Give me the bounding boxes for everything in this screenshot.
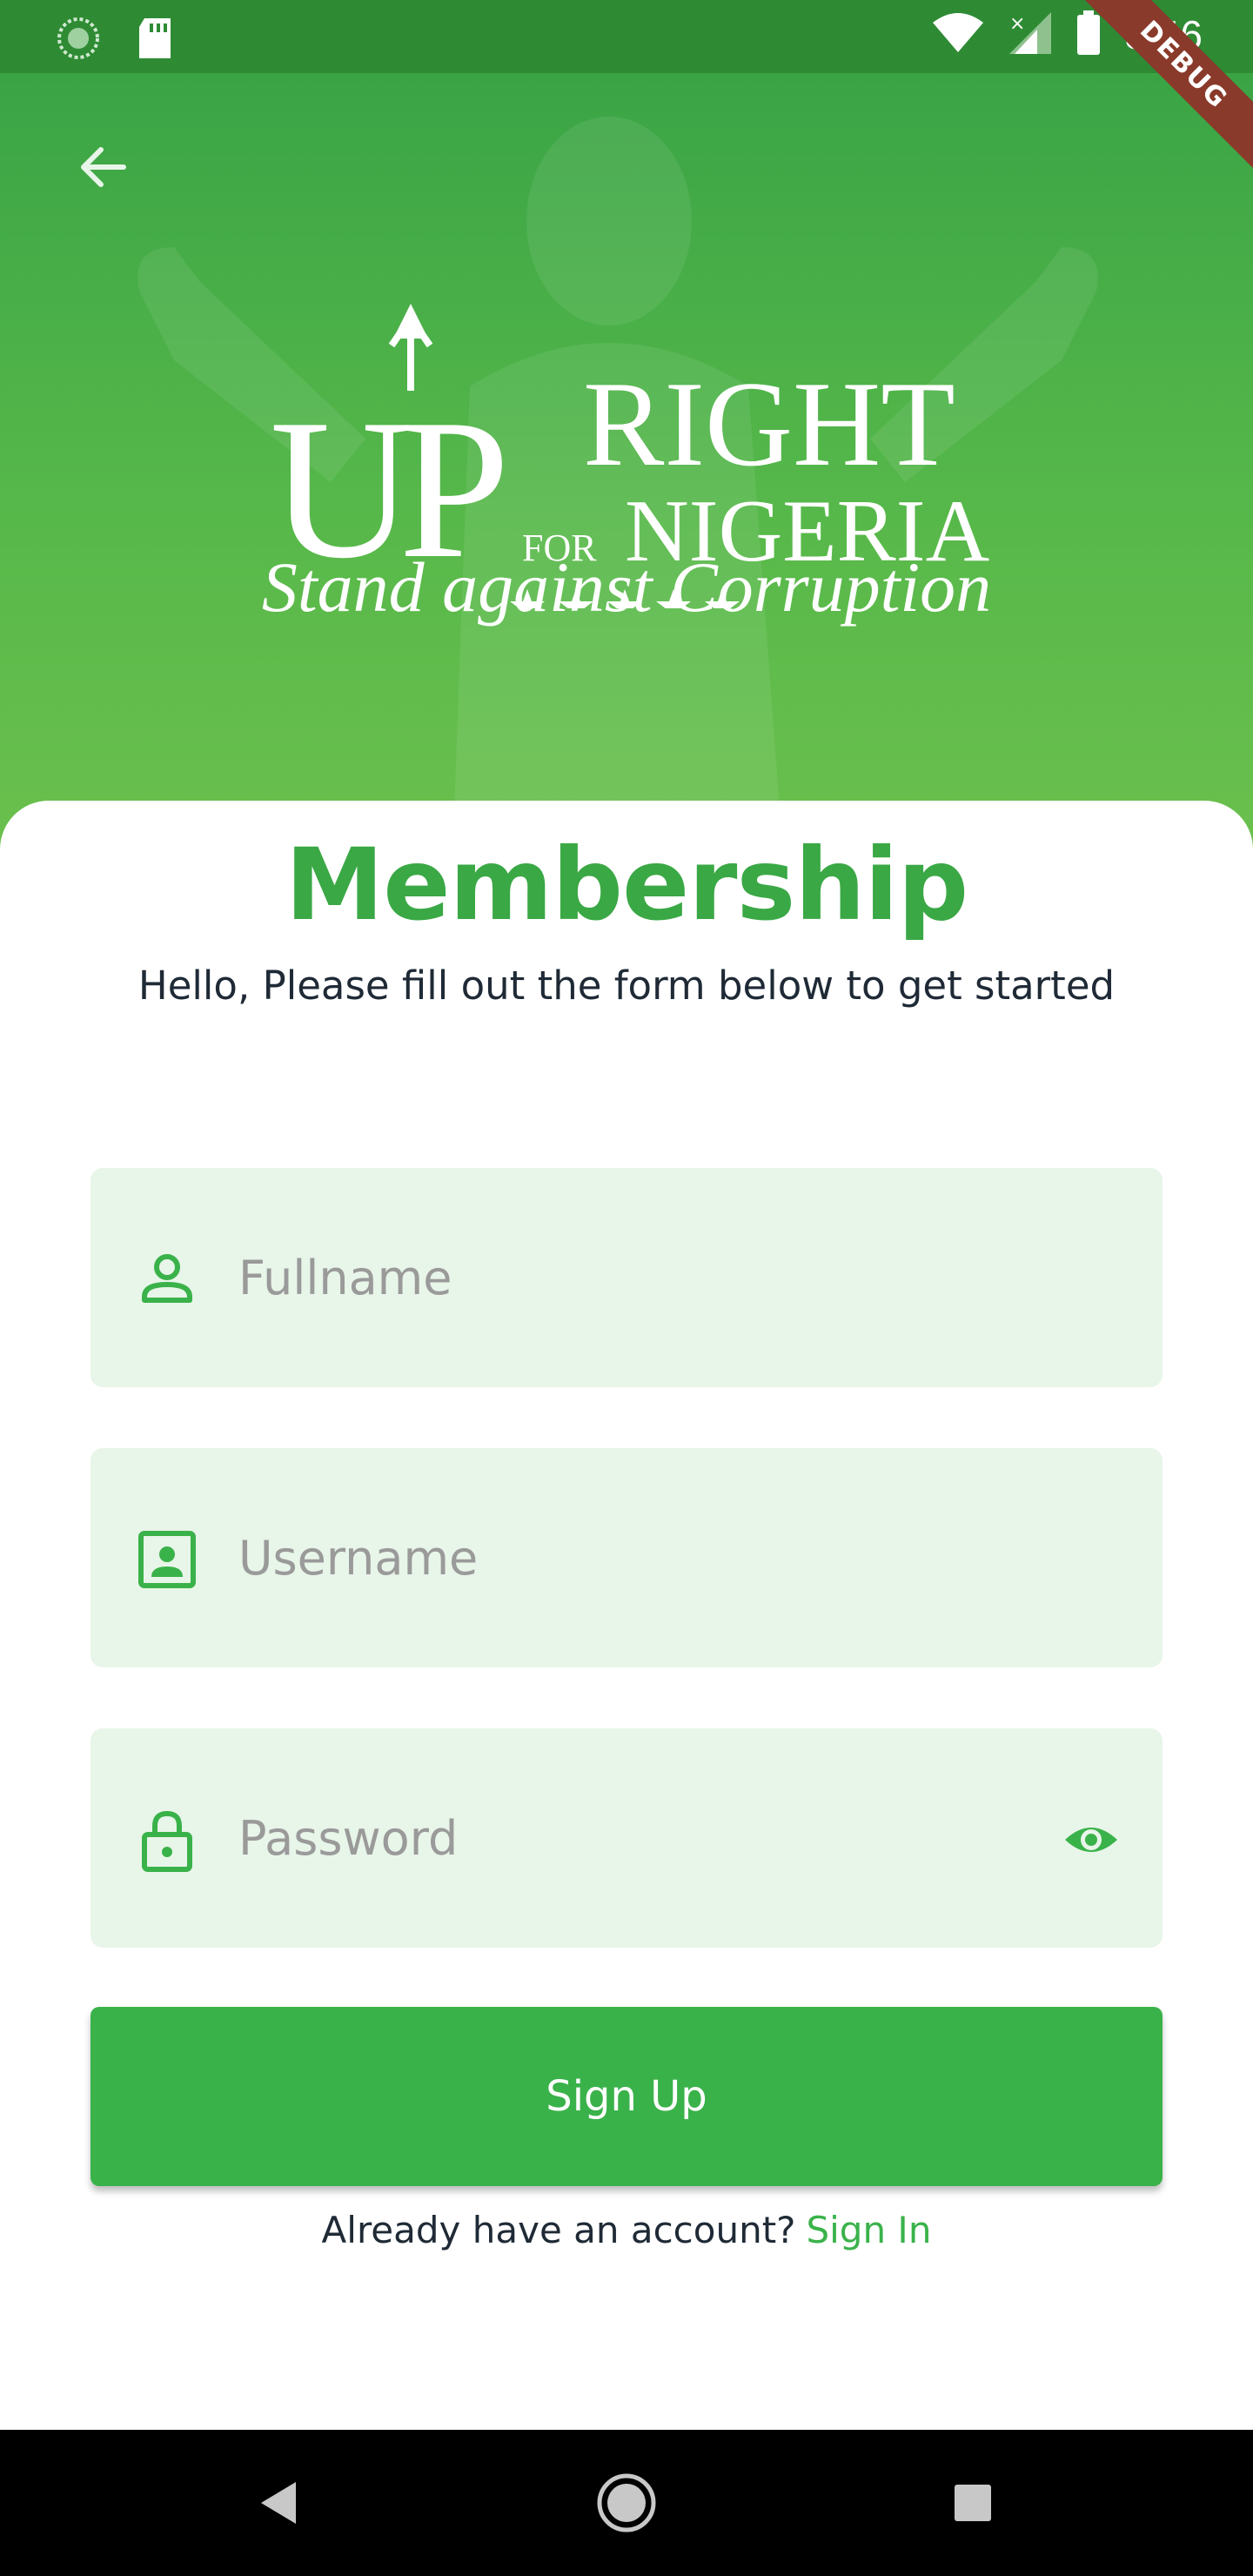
username-input[interactable] — [238, 1448, 1022, 1667]
arrow-back-icon — [81, 147, 126, 187]
square-recents-icon — [955, 2485, 991, 2521]
header-hero: UP RIGHT FOR NIGERIA Stand against Corru… — [0, 73, 1253, 856]
lock-icon — [142, 1810, 192, 1872]
circle-home-icon — [597, 2473, 656, 2532]
wifi-icon — [931, 12, 985, 57]
nav-home-button[interactable] — [592, 2468, 661, 2538]
account-box-icon — [138, 1531, 196, 1588]
svg-text:×: × — [1009, 13, 1025, 35]
battery-icon — [1075, 10, 1102, 59]
nav-back-button[interactable] — [244, 2468, 313, 2538]
username-field[interactable] — [90, 1448, 1163, 1667]
page-subtitle: Hello, Please fill out the form below to… — [137, 963, 1116, 1009]
fullname-field[interactable] — [90, 1168, 1163, 1387]
system-nav-bar — [0, 2430, 1253, 2576]
page-title: Membership — [285, 827, 968, 943]
signal-icon: × — [1008, 10, 1053, 59]
password-input[interactable] — [238, 1728, 1022, 1948]
fullname-input[interactable] — [238, 1168, 1022, 1387]
sign-up-button[interactable]: Sign Up — [90, 2007, 1163, 2186]
sd-card-icon — [136, 17, 174, 64]
sign-in-link[interactable]: Sign In — [806, 2209, 931, 2251]
password-field[interactable] — [90, 1728, 1163, 1948]
eye-icon[interactable] — [1063, 1812, 1119, 1868]
triangle-back-icon — [261, 2482, 296, 2524]
person-icon — [142, 1254, 192, 1303]
membership-card: Membership Hello, Please fill out the fo… — [0, 801, 1253, 2430]
logo-tagline: Stand against Corruption — [261, 547, 992, 627]
sync-icon — [56, 16, 101, 64]
signin-prompt: Already have an account? Sign In — [0, 2209, 1253, 2251]
back-button[interactable] — [70, 134, 136, 200]
logo-right-text: RIGHT — [583, 357, 955, 492]
status-bar: × 8:46 — [0, 0, 1253, 73]
already-account-text: Already have an account? — [321, 2209, 796, 2251]
nav-recents-button[interactable] — [938, 2468, 1008, 2538]
